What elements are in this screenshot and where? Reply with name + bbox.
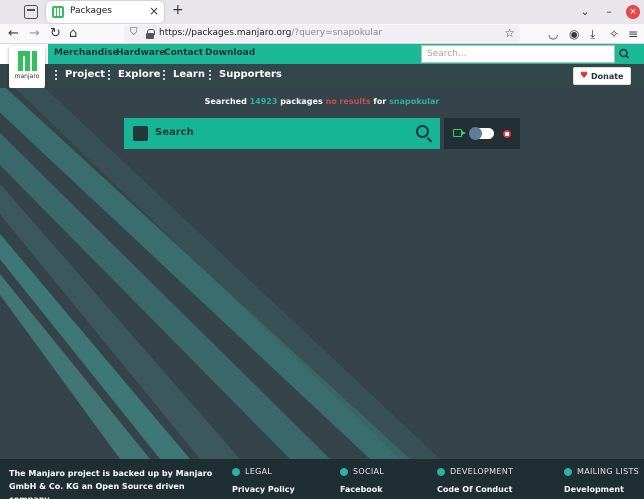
browser-tab-bar: Packages × + ⌄ – ×	[0, 0, 644, 24]
footer-heading-development: DEVELOPMENT	[450, 467, 514, 476]
account-icon[interactable]: ◉	[569, 25, 579, 43]
stop-icon[interactable]	[503, 130, 511, 138]
package-count: 14923	[249, 97, 278, 106]
home-icon[interactable]: ⌂	[69, 25, 77, 43]
mailing-lists-dot-icon	[564, 468, 572, 476]
site-footer: The Manjaro project is backed up by Manj…	[0, 459, 644, 499]
window-close-icon[interactable]: ×	[626, 5, 640, 19]
package-box-icon	[133, 126, 148, 141]
tab-close-icon[interactable]: ×	[149, 4, 159, 18]
forward-icon[interactable]: →	[29, 25, 40, 43]
browser-tab[interactable]: Packages ×	[46, 1, 164, 23]
merchandise-link[interactable]: Merchandise	[54, 48, 119, 58]
search-mode-toggle[interactable]	[469, 127, 494, 140]
site-search-placeholder: Search...	[427, 49, 467, 59]
window-restore-icon[interactable]: –	[600, 3, 618, 21]
no-results-text: no results	[325, 97, 371, 106]
hardware-link[interactable]: Hardware	[116, 48, 165, 58]
footer-heading-mailing-lists: MAILING LISTS	[577, 467, 640, 476]
code-of-conduct-link[interactable]: Code Of Conduct	[437, 485, 512, 494]
development-list-link[interactable]: Development	[564, 485, 624, 494]
explore-dots-icon	[108, 70, 110, 80]
package-search-input[interactable]: Search	[124, 118, 440, 149]
tab-title: Packages	[70, 6, 112, 16]
learn-dots-icon	[163, 70, 165, 80]
window-minimize-icon[interactable]: ⌄	[576, 3, 594, 21]
address-bar[interactable]: ⛉ https://packages.manjaro.org/?query=sn…	[124, 25, 520, 42]
development-dot-icon	[437, 468, 445, 476]
legal-dot-icon	[232, 468, 240, 476]
search-query-text: snapokular	[389, 97, 440, 106]
back-icon[interactable]: ←	[8, 25, 19, 43]
reload-icon[interactable]: ↻	[50, 25, 61, 43]
tracking-shield-icon[interactable]: ⛉	[130, 27, 138, 38]
pocket-icon[interactable]: ◡	[548, 25, 558, 43]
bookmark-star-icon[interactable]: ☆	[504, 26, 515, 40]
new-tab-button[interactable]: +	[172, 2, 184, 18]
toggle-knob	[469, 127, 482, 140]
contact-link[interactable]: Contact	[164, 48, 203, 58]
lock-icon[interactable]	[146, 29, 155, 39]
facebook-link[interactable]: Facebook	[340, 485, 383, 494]
browser-nav-bar: ← → ↻ ⌂ ⛉ https://packages.manjaro.org/?…	[0, 24, 644, 44]
heart-icon: ♥	[580, 71, 589, 81]
site-search-input[interactable]: Search...	[421, 45, 615, 63]
donate-label: Donate	[591, 72, 624, 81]
project-dots-icon	[55, 70, 57, 80]
package-search-label: Search	[155, 127, 194, 138]
download-link[interactable]: Download	[205, 48, 255, 58]
search-icon	[619, 48, 630, 59]
footer-heading-legal: LEGAL	[245, 467, 273, 476]
logo-wordmark: manjaro	[14, 73, 40, 80]
extensions-icon[interactable]: ✧	[609, 25, 619, 43]
footer-about-text: The Manjaro project is backed up by Manj…	[9, 469, 213, 499]
nav-explore[interactable]: Explore	[118, 69, 160, 80]
nav-learn[interactable]: Learn	[173, 69, 205, 80]
magnifier-icon[interactable]	[416, 125, 429, 138]
site-search-button[interactable]	[615, 45, 634, 63]
menu-icon[interactable]: ≡	[628, 25, 638, 43]
url-text[interactable]: https://packages.manjaro.org/?query=snap…	[159, 28, 382, 38]
nav-supporters[interactable]: Supporters	[219, 69, 282, 80]
privacy-policy-link[interactable]: Privacy Policy	[232, 485, 295, 494]
search-tools	[444, 118, 520, 149]
manjaro-logo[interactable]: manjaro	[9, 46, 45, 88]
supporters-dots-icon	[209, 70, 211, 80]
manjaro-favicon-icon	[52, 6, 64, 18]
footer-heading-social: SOCIAL	[353, 467, 385, 476]
donate-button[interactable]: ♥ Donate	[573, 67, 631, 85]
downloads-icon[interactable]: ⤓	[590, 25, 595, 43]
camera-icon[interactable]	[453, 129, 466, 137]
manjaro-logo-icon	[18, 51, 37, 71]
tab-list-icon[interactable]	[24, 5, 38, 19]
social-dot-icon	[340, 468, 348, 476]
search-status-line: Searched 14923 packages no results for s…	[204, 97, 440, 106]
nav-project[interactable]: Project	[65, 69, 105, 80]
